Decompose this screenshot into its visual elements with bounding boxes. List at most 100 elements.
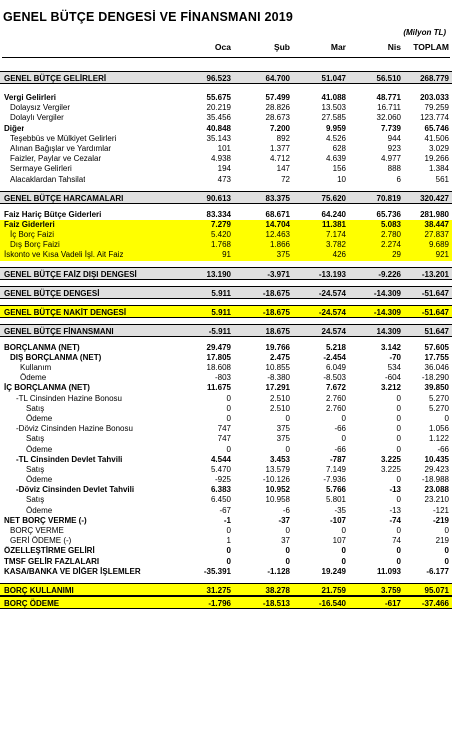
- cell-mar: 41.088: [321, 93, 346, 102]
- cell-apr: 0: [396, 444, 401, 454]
- cell-jan: 5.470: [210, 464, 231, 474]
- cell-jan: 40.848: [206, 123, 231, 133]
- cell-mar: 2.760: [325, 393, 346, 403]
- table-row: İç Borç Faizi 5.420 12.463 7.174 2.780 27.837: [0, 230, 452, 241]
- row-label: -TL Cinsinden Hazine Bonosu: [16, 393, 122, 403]
- table-row: ÖZELLEŞTİRME GELİRİ 0 0 0 0 0: [0, 546, 452, 556]
- row-label: Dış Borç Faizi: [10, 240, 60, 250]
- cell-total: 9.689: [428, 240, 449, 250]
- cell-jan: 17.805: [206, 352, 231, 362]
- table-row: Dolaylı Vergiler 35.456 28.673 27.585 32.060…: [0, 113, 452, 123]
- cell-apr: 5.083: [380, 219, 401, 229]
- cell-total: -66: [437, 444, 449, 454]
- cell-total: 10.435: [424, 454, 449, 464]
- table-row: Ödeme 0 0 -66 0 -66: [0, 445, 452, 455]
- cell-apr: 0: [396, 546, 401, 556]
- cell-mar: 107: [332, 536, 346, 546]
- cell-total: 0: [444, 546, 449, 556]
- row-label: İskonto ve Kısa Vadeli İşl. Ait Faiz: [4, 250, 124, 260]
- table-row: -TL Cinsinden Devlet Tahvili 4.544 3.453 -7…: [0, 455, 452, 465]
- cell-feb: 14.704: [265, 219, 290, 229]
- table-row: Faizler, Paylar ve Cezalar 4.938 4.712 4.63…: [0, 154, 452, 164]
- cell-total: -121: [432, 505, 449, 515]
- table-row: DIŞ BORÇLANMA (NET) 17.805 2.475 -2.454 -70 1…: [0, 353, 452, 363]
- cell-jan: 0: [226, 413, 231, 423]
- cell-feb: 57.499: [265, 93, 290, 102]
- row-label: Sermaye Gelirleri: [10, 164, 72, 174]
- cell-mar: 64.240: [321, 209, 346, 219]
- cell-total: 41.506: [424, 133, 449, 143]
- cell-total: -18.988: [421, 475, 449, 485]
- cell-apr: 0: [396, 393, 401, 403]
- column-header-jan: Oca: [214, 42, 231, 52]
- cell-apr: -604: [384, 373, 401, 383]
- cell-mar: 4.526: [325, 133, 346, 143]
- table-row: Ödeme -803 -8.380 -8.503 -604 -18.290: [0, 373, 452, 383]
- cell-jan: 35.143: [206, 133, 231, 143]
- cell-mar: 0: [341, 434, 346, 444]
- table-row: Diğer 40.848 7.200 9.959 7.739 65.746: [0, 124, 452, 134]
- cell-feb: 17.291: [265, 383, 290, 393]
- section-row: GENEL BÜTÇE FAİZ DIŞI DENGESİ 13.190 -3.97…: [0, 266, 452, 280]
- cell-total: 1.384: [428, 164, 449, 174]
- row-label: BORÇ VERME: [10, 526, 64, 535]
- cell-jan: 83.334: [206, 209, 231, 219]
- row-spacer: [0, 84, 452, 93]
- cell-apr: 3.212: [380, 383, 401, 393]
- cell-jan: 1: [226, 536, 231, 546]
- cell-total: 0: [444, 413, 449, 423]
- cell-apr: 0: [396, 424, 401, 434]
- cell-apr: 7.739: [380, 123, 401, 133]
- row-label: -Döviz Cinsinden Hazine Bonosu: [16, 424, 133, 434]
- cell-feb: 68.671: [265, 209, 290, 219]
- cell-apr: 16.711: [377, 103, 401, 113]
- cell-total: 123.774: [420, 113, 449, 123]
- cell-feb: 4.712: [269, 154, 290, 164]
- cell-feb: 10.855: [265, 363, 290, 372]
- cell-apr: 3.225: [380, 464, 401, 474]
- cell-total: 1.056: [428, 424, 449, 434]
- column-header-total: TOPLAM: [413, 42, 449, 52]
- cell-apr: 0: [396, 556, 401, 566]
- cell-feb: 10.958: [265, 495, 290, 505]
- row-label: KASA/BANKA VE DİĞER İŞLEMLER: [4, 566, 141, 576]
- row-spacer: [0, 62, 452, 71]
- table-row: Sermaye Gelirleri 194 147 156 888 1.384: [0, 164, 452, 174]
- cell-mar: 0: [341, 556, 346, 566]
- cell-apr: 6: [396, 174, 401, 184]
- row-label: İÇ BORÇLANMA (NET): [4, 383, 90, 393]
- cell-jan: 0: [226, 393, 231, 403]
- table-row: -Döviz Cinsinden Devlet Tahvili 6.383 10.9…: [0, 485, 452, 495]
- cell-mar: 5.801: [325, 495, 346, 505]
- cell-feb: 72: [281, 174, 290, 184]
- cell-mar: -66: [334, 444, 346, 454]
- row-label: Alacaklardan Tahsilat: [10, 174, 86, 184]
- cell-apr: 3.142: [380, 342, 401, 352]
- cell-total: 921: [435, 250, 449, 260]
- cell-apr: 11.093: [376, 566, 401, 576]
- row-label: Ödeme: [26, 475, 53, 485]
- cell-mar: 11.381: [321, 219, 346, 229]
- cell-jan: -925: [214, 475, 231, 485]
- row-label: -TL Cinsinden Devlet Tahvili: [16, 454, 123, 464]
- cell-mar: 7.149: [325, 464, 346, 474]
- cell-mar: 27.585: [321, 113, 346, 123]
- section-row: GENEL BÜTÇE HARCAMALARI 90.613 83.375 75.62…: [0, 190, 452, 204]
- table-row: Dış Borç Faizi 1.768 1.866 3.782 2.274 9.689: [0, 240, 452, 251]
- cell-feb: 19.766: [265, 342, 290, 352]
- section-row: BORÇ KULLANIMI 31.275 38.278 21.759 3.759 95.…: [0, 582, 452, 596]
- cell-mar: 7.672: [325, 383, 346, 393]
- cell-total: 0: [444, 526, 449, 535]
- header-divider: [2, 57, 450, 58]
- cell-total: 79.259: [424, 103, 449, 113]
- cell-jan: 747: [217, 434, 231, 444]
- table-row: Alacaklardan Tahsilat 473 72 10 6 561: [0, 175, 452, 185]
- row-label: Ödeme: [26, 444, 53, 454]
- cell-apr: 0: [396, 475, 401, 485]
- cell-apr: 0: [396, 526, 401, 535]
- cell-apr: 0: [396, 413, 401, 423]
- cell-apr: -13: [389, 505, 401, 515]
- table-row: Faiz Hariç Bütçe Giderleri 83.334 68.671 64…: [0, 210, 452, 220]
- cell-apr: -74: [389, 515, 401, 525]
- cell-feb: 1.377: [269, 143, 290, 153]
